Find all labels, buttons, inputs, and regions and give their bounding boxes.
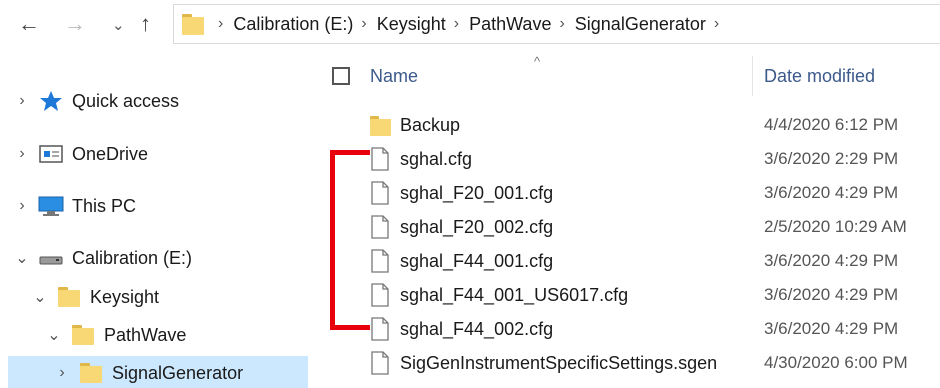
breadcrumb-item-keysight[interactable]: Keysight — [377, 14, 446, 35]
breadcrumb-separator-icon[interactable]: › — [714, 15, 719, 33]
folder-icon — [80, 363, 102, 383]
tree-item-label: This PC — [72, 195, 137, 216]
collapse-chevron-icon[interactable]: ⌄ — [30, 287, 50, 307]
select-all-checkbox[interactable] — [332, 67, 350, 85]
tree-item-label: Quick access — [72, 90, 180, 111]
file-name: SigGenInstrumentSpecificSettings.sgen — [400, 353, 718, 373]
folder-icon — [72, 325, 94, 345]
breadcrumb-item-pathwave[interactable]: PathWave — [469, 14, 551, 35]
star-icon — [40, 91, 62, 111]
tree-item-label: Keysight — [90, 286, 160, 307]
expand-chevron-icon[interactable]: › — [12, 145, 32, 163]
document-icon — [371, 147, 389, 171]
list-item-file[interactable]: sghal.cfg 3/6/2020 2:29 PM — [314, 142, 940, 176]
computer-icon — [38, 196, 64, 216]
breadcrumb-item-calibration[interactable]: Calibration (E:) — [233, 14, 353, 35]
file-date: 3/6/2020 4:29 PM — [764, 285, 899, 304]
folder-icon — [58, 287, 80, 307]
breadcrumb: › Calibration (E:) › Keysight › PathWave… — [214, 5, 729, 43]
tree-item-this-pc[interactable]: › This PC — [12, 189, 302, 223]
back-button[interactable]: ← — [18, 12, 40, 36]
file-date: 4/4/2020 6:12 PM — [764, 115, 899, 134]
file-date: 2/5/2020 10:29 AM — [764, 217, 907, 236]
document-icon — [371, 283, 389, 307]
file-list: Name ^ Date modified Backup 4/4/2020 6:1… — [314, 50, 940, 388]
folder-icon — [370, 116, 391, 136]
collapse-chevron-icon[interactable]: ⌄ — [44, 325, 64, 345]
column-divider[interactable] — [752, 56, 753, 96]
column-header: Name ^ Date modified — [314, 50, 940, 100]
document-icon — [371, 249, 389, 273]
tree-item-quick-access[interactable]: › Quick access — [12, 84, 302, 118]
expand-chevron-icon[interactable]: › — [12, 92, 32, 110]
list-item-file[interactable]: sghal_F20_001.cfg 3/6/2020 4:29 PM — [314, 176, 940, 210]
column-header-date-modified[interactable]: Date modified — [764, 66, 875, 87]
file-date: 3/6/2020 2:29 PM — [764, 149, 899, 168]
file-name: sghal_F20_001.cfg — [400, 183, 554, 203]
document-icon — [371, 317, 389, 341]
file-date: 3/6/2020 4:29 PM — [764, 251, 899, 270]
onedrive-icon — [39, 145, 63, 163]
column-header-name[interactable]: Name — [370, 66, 418, 87]
breadcrumb-separator-icon[interactable]: › — [559, 15, 564, 33]
address-bar[interactable]: › Calibration (E:) › Keysight › PathWave… — [173, 4, 940, 44]
document-icon — [371, 215, 389, 239]
forward-button[interactable]: → — [64, 12, 86, 36]
expand-chevron-icon[interactable]: › — [52, 364, 72, 382]
file-name: sghal_F20_002.cfg — [400, 217, 554, 237]
tree-item-label: Calibration (E:) — [72, 247, 193, 268]
folder-icon — [182, 14, 204, 35]
expand-chevron-icon[interactable]: › — [12, 197, 32, 215]
file-name: sghal.cfg — [400, 149, 473, 169]
annotation-bracket — [330, 150, 370, 330]
document-icon — [371, 181, 389, 205]
sort-ascending-icon: ^ — [534, 54, 541, 69]
file-name: Backup — [400, 115, 461, 135]
file-date: 4/30/2020 6:00 PM — [764, 353, 908, 372]
list-item-file[interactable]: SigGenInstrumentSpecificSettings.sgen 4/… — [314, 346, 940, 380]
collapse-chevron-icon[interactable]: ⌄ — [12, 248, 32, 268]
tree-item-keysight[interactable]: ⌄ Keysight — [30, 280, 302, 314]
file-date: 3/6/2020 4:29 PM — [764, 183, 899, 202]
up-button[interactable]: ↑ — [140, 12, 151, 36]
breadcrumb-separator-icon[interactable]: › — [454, 15, 459, 33]
file-name: sghal_F44_002.cfg — [400, 319, 554, 339]
list-item-file[interactable]: sghal_F44_002.cfg 3/6/2020 4:29 PM — [314, 312, 940, 346]
navigation-pane: › Quick access › OneDrive › This PC ⌄ Ca… — [0, 50, 310, 388]
recent-locations-chevron-icon[interactable]: ⌄ — [112, 14, 125, 38]
tree-item-calibration-drive[interactable]: ⌄ Calibration (E:) — [12, 241, 302, 275]
tree-item-label: SignalGenerator — [112, 362, 244, 383]
tree-item-label: OneDrive — [72, 143, 149, 164]
tree-item-pathwave[interactable]: ⌄ PathWave — [44, 318, 302, 352]
tree-item-onedrive[interactable]: › OneDrive — [12, 137, 302, 171]
document-icon — [371, 351, 389, 375]
list-item-file[interactable]: sghal_F44_001.cfg 3/6/2020 4:29 PM — [314, 244, 940, 278]
tree-item-signalgenerator[interactable]: › SignalGenerator — [8, 356, 308, 388]
file-date: 3/6/2020 4:29 PM — [764, 319, 899, 338]
file-name: sghal_F44_001.cfg — [400, 251, 554, 271]
list-item-file[interactable]: sghal_F44_001_US6017.cfg 3/6/2020 4:29 P… — [314, 278, 940, 312]
list-item-file[interactable]: sghal_F20_002.cfg 2/5/2020 10:29 AM — [314, 210, 940, 244]
breadcrumb-item-signalgenerator[interactable]: SignalGenerator — [575, 14, 706, 35]
tree-item-label: PathWave — [104, 324, 187, 345]
list-item-backup[interactable]: Backup 4/4/2020 6:12 PM — [314, 108, 940, 142]
breadcrumb-separator-icon[interactable]: › — [218, 15, 223, 33]
navigation-bar: ← → ⌄ ↑ › Calibration (E:) › Keysight › … — [0, 0, 940, 50]
file-name: sghal_F44_001_US6017.cfg — [400, 285, 629, 305]
drive-icon — [39, 256, 63, 265]
breadcrumb-separator-icon[interactable]: › — [361, 15, 366, 33]
